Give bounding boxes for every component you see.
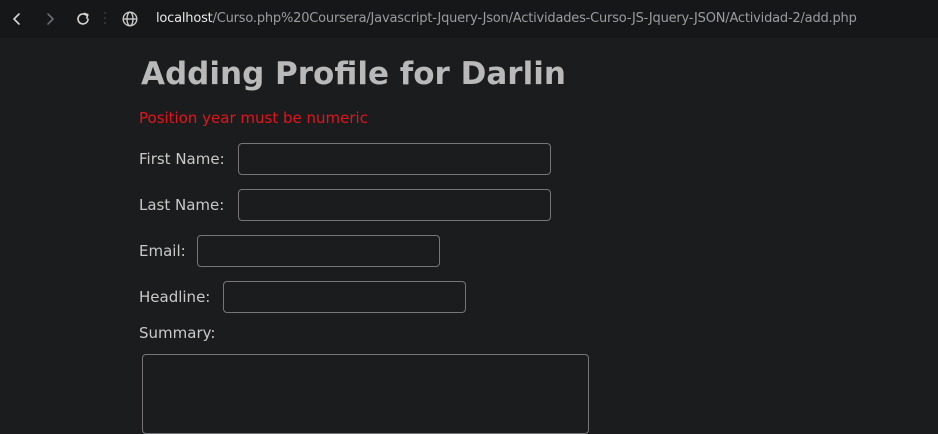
chevron-left-icon [13, 13, 20, 25]
site-info-button[interactable] [121, 10, 139, 28]
summary-textarea[interactable] [142, 354, 589, 434]
headline-label: Headline: [139, 288, 211, 306]
last-name-field[interactable] [238, 189, 551, 221]
page-content: Adding Profile for Darlin Position year … [0, 38, 938, 434]
page-title: Adding Profile for Darlin [141, 56, 566, 92]
email-field[interactable] [197, 235, 440, 267]
globe-icon [122, 11, 138, 27]
url-path: /Curso.php%20Coursera/Javascript-Jquery-… [212, 11, 857, 26]
chevron-right-icon [47, 13, 54, 25]
last-name-label: Last Name: [139, 196, 225, 214]
url-host: localhost [156, 11, 213, 26]
headline-field[interactable] [223, 281, 466, 313]
address-bar[interactable]: localhost/Curso.php%20Coursera/Javascrip… [156, 10, 857, 28]
forward-button[interactable] [38, 7, 62, 31]
reload-button[interactable] [71, 7, 95, 31]
browser-toolbar: localhost/Curso.php%20Coursera/Javascrip… [0, 0, 938, 38]
first-name-label: First Name: [139, 150, 225, 168]
back-button[interactable] [5, 7, 29, 31]
error-message: Position year must be numeric [139, 109, 368, 127]
separator-dots [103, 9, 107, 29]
summary-label: Summary: [139, 324, 216, 342]
email-label: Email: [139, 242, 186, 260]
reload-icon [77, 12, 89, 25]
first-name-field[interactable] [238, 143, 551, 175]
